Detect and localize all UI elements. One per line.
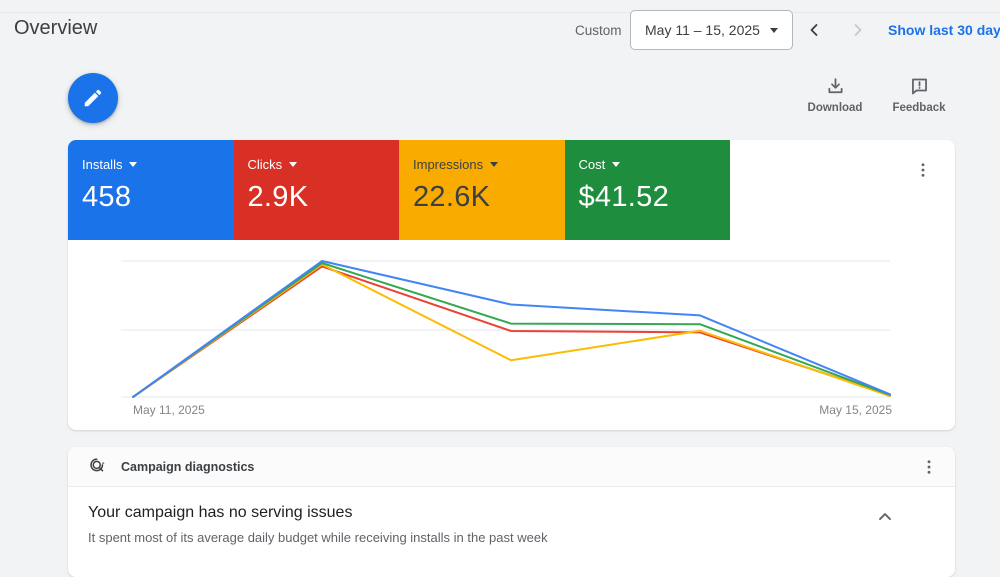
scorecard-label: Cost — [578, 157, 606, 172]
diagnostics-search-icon — [90, 457, 105, 471]
show-last-30-days-link[interactable]: Show last 30 days — [888, 22, 1000, 38]
kebab-menu-icon — [921, 163, 925, 177]
diagnostics-header: Campaign diagnostics — [68, 447, 955, 487]
trend-chart-svg — [121, 260, 891, 398]
scorecard-value: 2.9K — [247, 181, 309, 213]
feedback-button[interactable]: Feedback — [889, 76, 949, 114]
top-divider — [0, 12, 1000, 13]
scorecard-value: $41.52 — [578, 181, 669, 213]
chevron-up-icon — [879, 513, 891, 520]
next-period-button[interactable] — [846, 18, 870, 42]
x-axis-label-end: May 15, 2025 — [819, 403, 892, 417]
diagnostics-menu-button[interactable] — [917, 455, 941, 479]
scorecard-label: Installs — [82, 157, 123, 172]
collapse-diagnostics-button[interactable] — [873, 505, 897, 529]
chart-card-menu-button[interactable] — [911, 158, 935, 182]
date-range-picker[interactable]: May 11 – 15, 2025 — [630, 10, 793, 50]
chevron-down-icon — [289, 162, 298, 167]
download-button[interactable]: Download — [805, 76, 865, 114]
date-mode-label: Custom — [575, 23, 622, 38]
chevron-down-icon — [612, 162, 621, 167]
campaign-diagnostics-card: Campaign diagnostics Your campaign has n… — [68, 447, 955, 577]
chevron-down-icon — [490, 162, 499, 167]
x-axis-label-start: May 11, 2025 — [133, 403, 205, 417]
overview-chart-card: Installs 458 Clicks 2.9K Impressions 22.… — [68, 140, 955, 430]
previous-period-button[interactable] — [802, 18, 826, 42]
scorecard-value: 458 — [82, 181, 132, 213]
download-label: Download — [807, 102, 863, 114]
scorecard-label: Impressions — [413, 157, 484, 172]
chevron-down-icon — [770, 27, 778, 33]
page-title: Overview — [14, 17, 98, 39]
feedback-icon — [911, 78, 927, 95]
edit-overview-button[interactable] — [68, 73, 118, 123]
scorecard-row: Installs 458 Clicks 2.9K Impressions 22.… — [68, 140, 730, 240]
chevron-right-icon — [854, 24, 862, 36]
scorecard-clicks[interactable]: Clicks 2.9K — [233, 140, 399, 240]
scorecard-cost[interactable]: Cost $41.52 — [564, 140, 730, 240]
scorecard-value: 22.6K — [413, 181, 491, 213]
diagnostics-body: Your campaign has no serving issues It s… — [68, 487, 955, 545]
scorecard-label: Clicks — [247, 157, 283, 172]
feedback-label: Feedback — [892, 102, 946, 114]
chevron-down-icon — [129, 162, 138, 167]
kebab-menu-icon — [927, 459, 931, 474]
scorecard-impressions[interactable]: Impressions 22.6K — [399, 140, 565, 240]
diagnostics-subtitle: It spent most of its average daily budge… — [88, 530, 548, 545]
diagnostics-title: Your campaign has no serving issues — [88, 504, 353, 521]
chevron-left-icon — [810, 24, 818, 36]
download-icon — [828, 78, 842, 94]
pencil-icon — [84, 89, 102, 107]
diagnostics-header-label: Campaign diagnostics — [121, 459, 255, 474]
date-range-value: May 11 – 15, 2025 — [645, 22, 760, 38]
trend-chart[interactable]: May 11, 2025 May 15, 2025 — [68, 240, 955, 430]
scorecard-installs[interactable]: Installs 458 — [68, 140, 234, 240]
